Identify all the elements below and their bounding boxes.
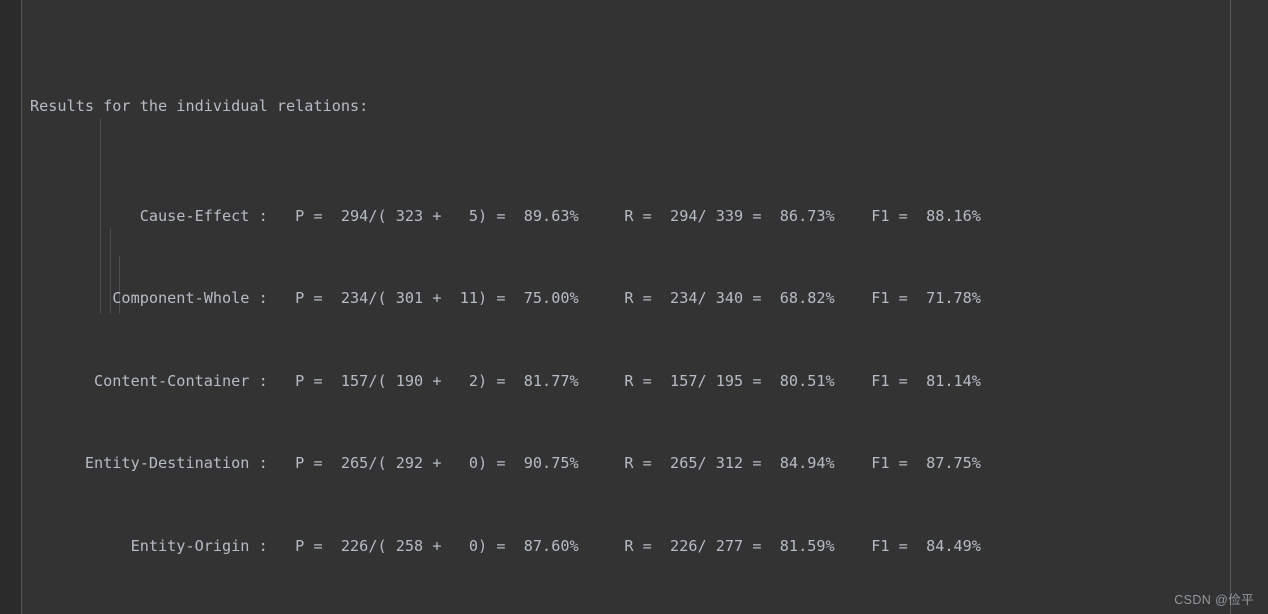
relation-row-content-container: Content-Container : P = 157/( 190 + 2) =… [30, 371, 981, 390]
console-window: Results for the individual relations: Ca… [0, 0, 1268, 614]
relation-row-cause-effect: Cause-Effect : P = 294/( 323 + 5) = 89.6… [30, 206, 981, 225]
console-output-text[interactable]: Results for the individual relations: Ca… [30, 10, 1250, 614]
editor-gutter [0, 0, 22, 614]
relation-row-component-whole: Component-Whole : P = 234/( 301 + 11) = … [30, 289, 981, 307]
csdn-watermark: CSDN @俭平 [1174, 593, 1254, 607]
relation-row-entity-destination: Entity-Destination : P = 265/( 292 + 0) … [30, 454, 981, 472]
results-header-line: Results for the individual relations: [30, 96, 369, 115]
relation-row-entity-origin: Entity-Origin : P = 226/( 258 + 0) = 87.… [30, 536, 981, 555]
